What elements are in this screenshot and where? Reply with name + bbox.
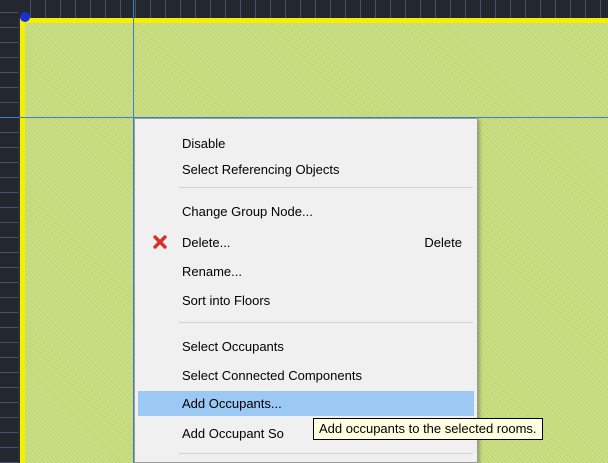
menu-item-label: Sort into Floors — [182, 293, 271, 308]
menu-item-disable[interactable]: Disable — [138, 131, 474, 156]
menu-item-shortcut: Delete — [424, 235, 462, 250]
top-ruler — [0, 0, 608, 18]
corner-handle[interactable] — [20, 12, 30, 22]
tooltip: Add occupants to the selected rooms. — [313, 418, 543, 440]
menu-item-label: Select Referencing Objects — [182, 162, 340, 177]
left-ruler — [0, 0, 18, 463]
menu-item-select-referencing-objects[interactable]: Select Referencing Objects — [138, 157, 474, 182]
menu-item-select-occupants[interactable]: Select Occupants — [138, 334, 474, 359]
menu-item-change-group-node[interactable]: Change Group Node... — [138, 199, 474, 224]
delete-x-icon — [153, 235, 167, 249]
menu-item-label: Select Connected Components — [182, 368, 362, 383]
menu-item-label: Delete... — [182, 235, 231, 250]
menu-item-label: Add Occupants... — [182, 396, 282, 411]
menu-item-label: Change Group Node... — [182, 204, 313, 219]
menu-separator — [179, 453, 473, 454]
menu-item-label: Add Occupant So — [182, 426, 284, 441]
menu-item-add-occupants[interactable]: Add Occupants... — [138, 391, 474, 416]
menu-separator — [179, 187, 473, 188]
menu-item-sort-into-floors[interactable]: Sort into Floors — [138, 288, 474, 313]
menu-separator — [179, 322, 473, 323]
context-menu: Disable Select Referencing Objects Chang… — [134, 118, 478, 463]
menu-item-select-connected-components[interactable]: Select Connected Components — [138, 363, 474, 388]
menu-item-label: Rename... — [182, 264, 242, 279]
menu-item-delete[interactable]: Delete... Delete — [138, 230, 474, 255]
menu-item-label: Disable — [182, 136, 226, 151]
menu-item-rename[interactable]: Rename... — [138, 259, 474, 284]
menu-item-label: Select Occupants — [182, 339, 284, 354]
